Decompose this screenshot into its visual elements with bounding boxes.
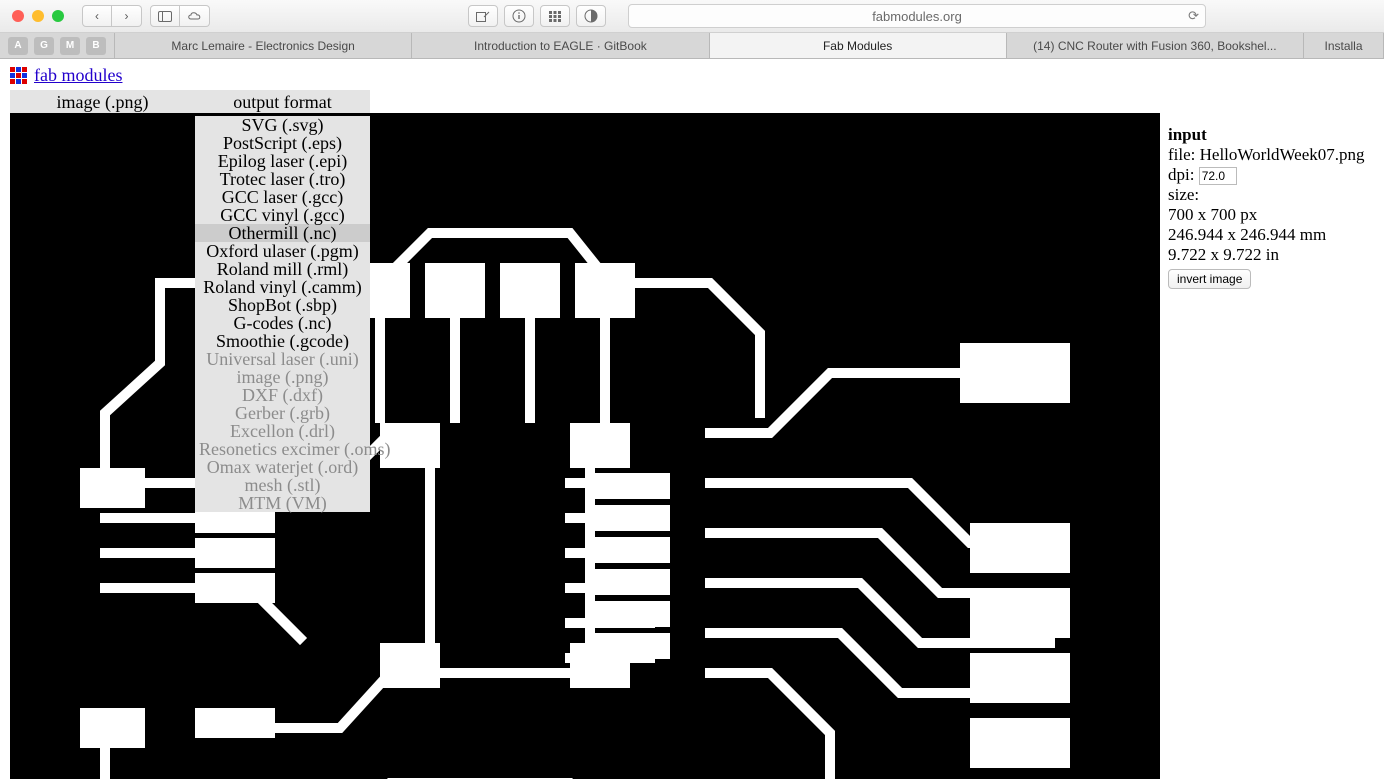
maximize-window-icon[interactable]: [52, 10, 64, 22]
fab-logo-icon: [10, 67, 28, 85]
menu-row: image (.png) output format SVG (.svg)Pos…: [10, 90, 1384, 115]
tab-0[interactable]: Marc Lemaire - Electronics Design: [115, 33, 412, 58]
back-button[interactable]: ‹: [82, 5, 112, 27]
output-item-6[interactable]: Othermill (.nc): [195, 224, 370, 242]
fav-m[interactable]: M: [60, 37, 80, 55]
output-item-21: MTM (VM): [195, 494, 370, 512]
favorites-set: A G M B: [0, 33, 115, 58]
output-item-16: Gerber (.grb): [195, 404, 370, 422]
page-content: fab modules image (.png) output format S…: [0, 59, 1384, 779]
input-format-head: image (.png): [10, 90, 195, 115]
output-format-head: output format: [195, 90, 370, 115]
output-item-14: image (.png): [195, 368, 370, 386]
size-in: 9.722 x 9.722 in: [1168, 245, 1378, 265]
size-px: 700 x 700 px: [1168, 205, 1378, 225]
output-item-15: DXF (.dxf): [195, 386, 370, 404]
file-label: file:: [1168, 145, 1195, 164]
compose-button[interactable]: [468, 5, 498, 27]
grid-icon: [548, 10, 562, 22]
browser-toolbar: ‹ › fabmodules.org ⟳: [0, 0, 1384, 33]
info-icon: [512, 9, 526, 23]
size-mm: 246.944 x 246.944 mm: [1168, 225, 1378, 245]
output-item-13: Universal laser (.uni): [195, 350, 370, 368]
output-item-12[interactable]: Smoothie (.gcode): [195, 332, 370, 350]
pcb-canvas[interactable]: [10, 113, 1160, 779]
pcb-svg: [10, 113, 1160, 779]
fab-header: fab modules: [0, 59, 1384, 90]
output-item-8[interactable]: Roland mill (.rml): [195, 260, 370, 278]
output-item-19: Omax waterjet (.ord): [195, 458, 370, 476]
output-format-list: SVG (.svg)PostScript (.eps)Epilog laser …: [195, 116, 370, 512]
info-button[interactable]: [504, 5, 534, 27]
sidebar-button[interactable]: [150, 5, 180, 27]
output-item-4[interactable]: GCC laser (.gcc): [195, 188, 370, 206]
window-controls: [12, 10, 64, 22]
url-text: fabmodules.org: [872, 9, 962, 24]
input-panel: input file: HelloWorldWeek07.png dpi: si…: [1168, 125, 1378, 289]
tab-2[interactable]: Fab Modules: [710, 33, 1007, 58]
fav-g[interactable]: G: [34, 37, 54, 55]
topsites-button[interactable]: [540, 5, 570, 27]
url-bar[interactable]: fabmodules.org ⟳: [628, 4, 1206, 28]
file-value: HelloWorldWeek07.png: [1200, 145, 1365, 164]
output-item-7[interactable]: Oxford ulaser (.pgm): [195, 242, 370, 260]
tab-bar: A G M B Marc Lemaire - Electronics Desig…: [0, 33, 1384, 59]
fav-b[interactable]: B: [86, 37, 106, 55]
output-item-2[interactable]: Epilog laser (.epi): [195, 152, 370, 170]
output-item-20: mesh (.stl): [195, 476, 370, 494]
cloud-icon: [187, 11, 203, 21]
fab-modules-link[interactable]: fab modules: [34, 65, 122, 86]
output-item-18: Resonetics excimer (.oms): [195, 440, 370, 458]
output-item-11[interactable]: G-codes (.nc): [195, 314, 370, 332]
tab-1[interactable]: Introduction to EAGLE · GitBook: [412, 33, 709, 58]
output-item-10[interactable]: ShopBot (.sbp): [195, 296, 370, 314]
output-item-3[interactable]: Trotec laser (.tro): [195, 170, 370, 188]
output-item-9[interactable]: Roland vinyl (.camm): [195, 278, 370, 296]
minimize-window-icon[interactable]: [32, 10, 44, 22]
forward-button[interactable]: ›: [112, 5, 142, 27]
output-item-17: Excellon (.drl): [195, 422, 370, 440]
halfmoon-icon: [584, 9, 598, 23]
cloud-tabs-button[interactable]: [180, 5, 210, 27]
sidebar-icon: [158, 11, 172, 22]
output-item-1[interactable]: PostScript (.eps): [195, 134, 370, 152]
tab-3[interactable]: (14) CNC Router with Fusion 360, Bookshe…: [1007, 33, 1304, 58]
file-row: file: HelloWorldWeek07.png: [1168, 145, 1378, 165]
dpi-row: dpi:: [1168, 165, 1378, 185]
reload-icon[interactable]: ⟳: [1188, 8, 1199, 24]
dpi-input[interactable]: [1199, 167, 1237, 185]
nav-buttons: ‹ ›: [82, 5, 142, 27]
input-panel-heading: input: [1168, 125, 1378, 145]
toolbar-center-group: [468, 5, 606, 27]
view-buttons: [150, 5, 210, 27]
tab-4[interactable]: Installa: [1304, 33, 1384, 58]
invert-image-button[interactable]: invert image: [1168, 269, 1251, 289]
dpi-label: dpi:: [1168, 165, 1194, 184]
output-item-0[interactable]: SVG (.svg): [195, 116, 370, 134]
size-label: size:: [1168, 185, 1378, 205]
output-item-5[interactable]: GCC vinyl (.gcc): [195, 206, 370, 224]
output-format-menu[interactable]: output format SVG (.svg)PostScript (.eps…: [195, 90, 370, 115]
adblock-button[interactable]: [576, 5, 606, 27]
compose-icon: [476, 10, 490, 22]
fav-a[interactable]: A: [8, 37, 28, 55]
close-window-icon[interactable]: [12, 10, 24, 22]
canvas-area: [10, 113, 1160, 779]
input-format-menu[interactable]: image (.png): [10, 90, 195, 115]
